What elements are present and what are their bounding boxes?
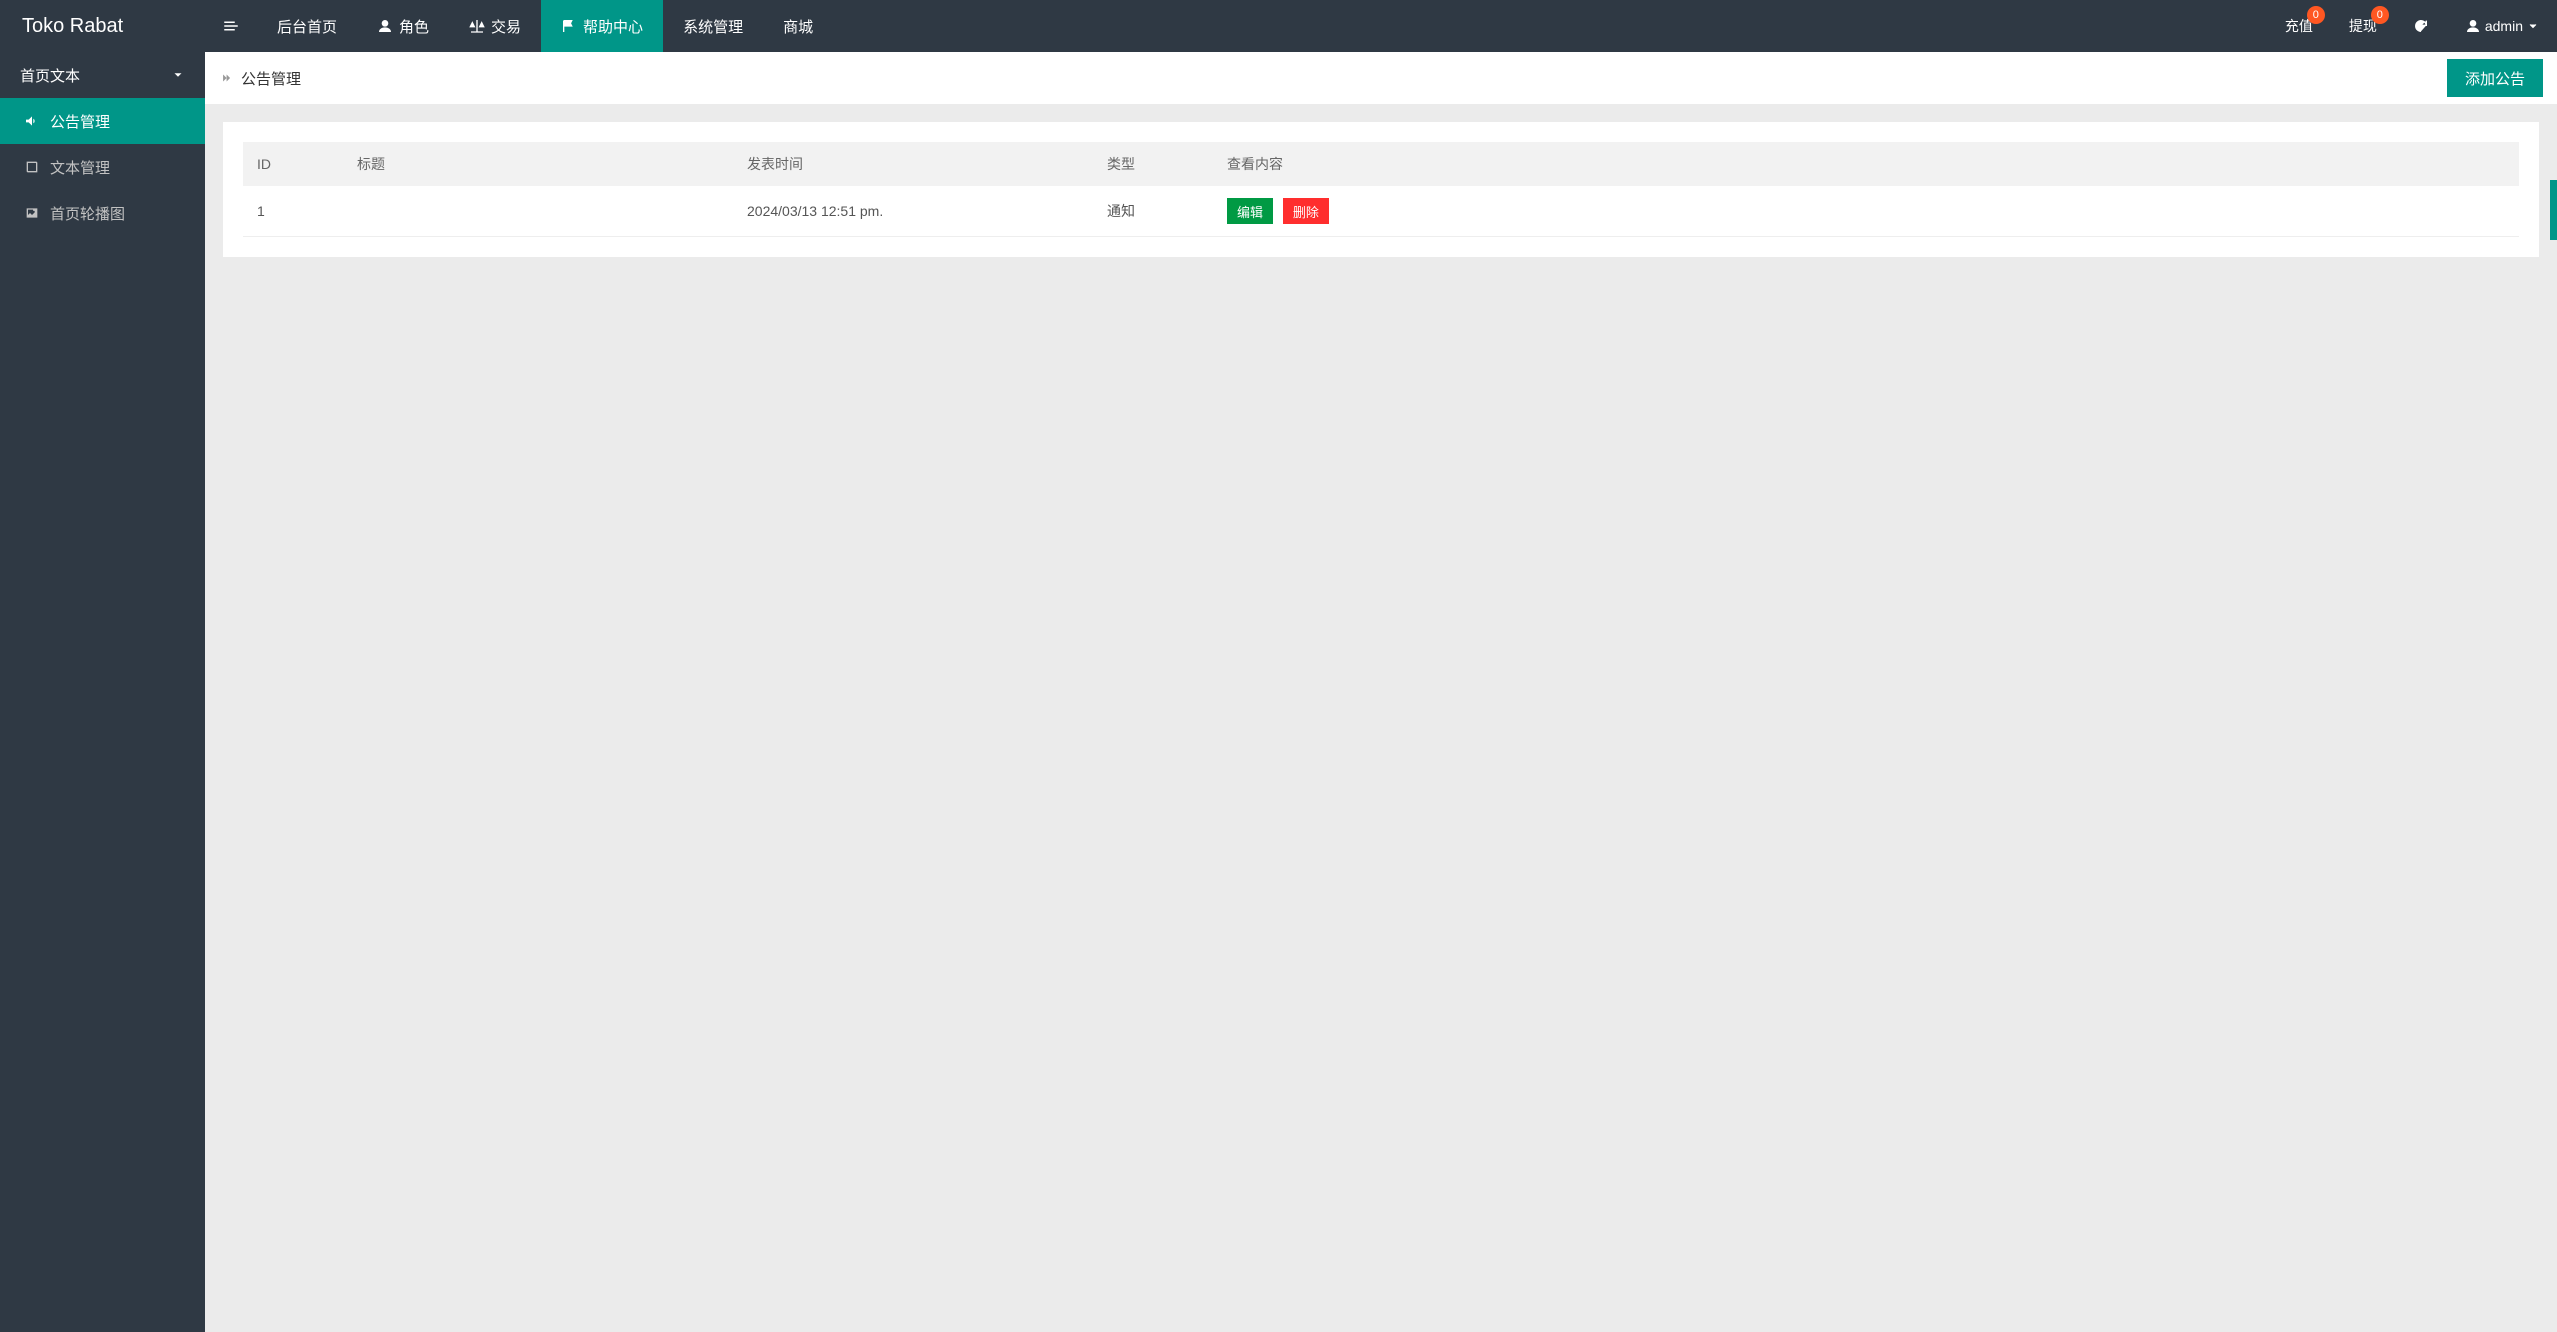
edit-button[interactable]: 编辑 bbox=[1227, 198, 1273, 224]
workspace: ID 标题 发表时间 类型 查看内容 1 2024/03/13 bbox=[205, 104, 2557, 1332]
th-title: 标题 bbox=[343, 142, 733, 186]
delete-button[interactable]: 删除 bbox=[1283, 198, 1329, 224]
user-menu[interactable]: admin bbox=[2447, 0, 2557, 52]
nav-label: 角色 bbox=[399, 16, 429, 37]
chevron-down-icon bbox=[2527, 20, 2539, 32]
nav-label: 交易 bbox=[491, 16, 521, 37]
top-nav: 后台首页 角色 交易 帮助中心 系统管理 商城 bbox=[257, 0, 833, 52]
nav-item-system[interactable]: 系统管理 bbox=[663, 0, 763, 52]
recharge-link[interactable]: 充值 0 bbox=[2267, 0, 2331, 52]
refresh-icon bbox=[2413, 18, 2429, 34]
nav-label: 商城 bbox=[783, 16, 813, 37]
table-row: 1 2024/03/13 12:51 pm. 通知 编辑 删除 bbox=[243, 186, 2519, 237]
cell-id: 1 bbox=[243, 186, 343, 237]
brand-logo: Toko Rabat bbox=[0, 0, 205, 52]
image-icon bbox=[24, 205, 40, 221]
recharge-badge: 0 bbox=[2307, 6, 2325, 24]
nav-item-dashboard[interactable]: 后台首页 bbox=[257, 0, 357, 52]
th-time: 发表时间 bbox=[733, 142, 1093, 186]
scale-icon bbox=[469, 18, 485, 34]
cell-time: 2024/03/13 12:51 pm. bbox=[733, 186, 1093, 237]
nav-item-role[interactable]: 角色 bbox=[357, 0, 449, 52]
topbar: Toko Rabat 后台首页 角色 交易 帮助中心 系统管理 bbox=[0, 0, 2557, 52]
chevron-double-right-icon bbox=[219, 71, 233, 85]
book-icon bbox=[24, 159, 40, 175]
nav-label: 系统管理 bbox=[683, 16, 743, 37]
nav-item-help-center[interactable]: 帮助中心 bbox=[541, 0, 663, 52]
announcement-table: ID 标题 发表时间 类型 查看内容 1 2024/03/13 bbox=[243, 142, 2519, 237]
breadcrumb-bar: 公告管理 添加公告 bbox=[205, 52, 2557, 104]
announce-icon bbox=[24, 113, 40, 129]
nav-item-transaction[interactable]: 交易 bbox=[449, 0, 541, 52]
cell-actions: 编辑 删除 bbox=[1213, 186, 2519, 237]
table-header-row: ID 标题 发表时间 类型 查看内容 bbox=[243, 142, 2519, 186]
nav-item-mall[interactable]: 商城 bbox=[763, 0, 833, 52]
user-icon bbox=[377, 18, 393, 34]
sidebar-item-label: 首页轮播图 bbox=[50, 203, 125, 224]
table-card: ID 标题 发表时间 类型 查看内容 1 2024/03/13 bbox=[223, 122, 2539, 257]
cell-title bbox=[343, 186, 733, 237]
add-announcement-button[interactable]: 添加公告 bbox=[2447, 59, 2543, 97]
th-type: 类型 bbox=[1093, 142, 1213, 186]
menu-toggle-icon bbox=[222, 17, 240, 35]
th-actions: 查看内容 bbox=[1213, 142, 2519, 186]
scrollbar-thumb[interactable] bbox=[2550, 180, 2557, 240]
flag-icon bbox=[561, 18, 577, 34]
cell-type: 通知 bbox=[1093, 186, 1213, 237]
breadcrumb-title: 公告管理 bbox=[241, 68, 301, 89]
sidebar-item-label: 公告管理 bbox=[50, 111, 110, 132]
top-right-menu: 充值 0 提现 0 admin bbox=[2267, 0, 2557, 52]
sidebar-item-text[interactable]: 文本管理 bbox=[0, 144, 205, 190]
user-icon bbox=[2465, 18, 2481, 34]
nav-label: 帮助中心 bbox=[583, 16, 643, 37]
menu-toggle-button[interactable] bbox=[205, 0, 257, 52]
refresh-button[interactable] bbox=[2395, 0, 2447, 52]
th-id: ID bbox=[243, 142, 343, 186]
withdraw-badge: 0 bbox=[2371, 6, 2389, 24]
sidebar-item-announcement[interactable]: 公告管理 bbox=[0, 98, 205, 144]
sidebar-item-carousel[interactable]: 首页轮播图 bbox=[0, 190, 205, 236]
sidebar-item-label: 文本管理 bbox=[50, 157, 110, 178]
sidebar-group-label: 首页文本 bbox=[20, 65, 80, 86]
sidebar: 首页文本 公告管理 文本管理 首页轮播图 bbox=[0, 52, 205, 1332]
nav-label: 后台首页 bbox=[277, 16, 337, 37]
brand-text: Toko Rabat bbox=[22, 15, 123, 38]
content-area: 公告管理 添加公告 ID 标题 发表时间 类型 查看内容 bbox=[205, 52, 2557, 1332]
sidebar-group-header[interactable]: 首页文本 bbox=[0, 52, 205, 98]
withdraw-link[interactable]: 提现 0 bbox=[2331, 0, 2395, 52]
spacer bbox=[833, 0, 2267, 52]
username: admin bbox=[2485, 18, 2523, 34]
chevron-down-icon bbox=[171, 68, 185, 82]
